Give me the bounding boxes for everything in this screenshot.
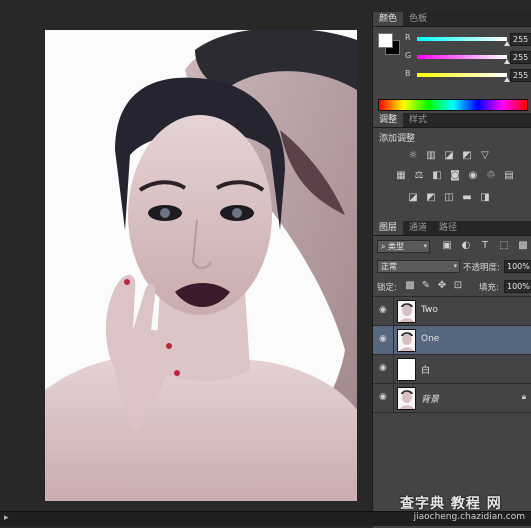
slider-label: G — [405, 51, 412, 60]
layer-name: 白 — [421, 366, 431, 376]
smart-object-filter-icon[interactable]: ▩ — [517, 240, 529, 252]
blend-mode-dropdown[interactable]: 正常 ▾ — [377, 260, 460, 273]
visibility-eye-icon[interactable]: ◉ — [379, 364, 389, 373]
adjustment-filter-icon[interactable]: ◐ — [460, 240, 472, 252]
vibrance-icon[interactable]: ▦ — [395, 170, 407, 182]
gradient-map-icon[interactable]: ▬ — [461, 192, 473, 204]
invert-icon[interactable]: ◪ — [407, 192, 419, 204]
lock-position-icon[interactable]: ✥ — [436, 280, 448, 292]
visibility-eye-icon[interactable]: ◉ — [379, 393, 389, 402]
layer-row[interactable]: ◉ 背景 🔒︎ — [373, 383, 531, 412]
visibility-eye-icon[interactable]: ◉ — [379, 306, 389, 315]
layer-thumbnail — [397, 358, 416, 381]
hue-saturation-icon[interactable]: ⚖ — [413, 170, 425, 182]
lock-transparency-icon[interactable]: ▩ — [404, 280, 416, 292]
tab-channels[interactable]: 通道 — [403, 221, 433, 235]
tab-paths[interactable]: 路径 — [433, 221, 463, 235]
chevron-down-icon: ▾ — [453, 262, 457, 270]
color-balance-icon[interactable]: ◧ — [431, 170, 443, 182]
layer-filter-dropdown[interactable]: ⌕ 类型 ▾ — [377, 240, 430, 253]
shape-filter-icon[interactable]: ⬚ — [498, 240, 510, 252]
color-panel-tabs: 颜色 色板 — [373, 12, 531, 27]
layer-row-selected[interactable]: ◉ One — [373, 325, 531, 354]
layers-panel: ⌕ 类型 ▾ ▣ ◐ T ⬚ ▩ ● 正常 ▾ 不透明度: 100% 锁定: ▩… — [373, 236, 531, 528]
tab-adjustments[interactable]: 调整 — [373, 113, 404, 127]
channel-mixer-icon[interactable]: ♲ — [485, 170, 497, 182]
layer-thumbnail — [397, 300, 416, 323]
slider-red: R 255 — [403, 33, 531, 47]
slider-green: G 255 — [403, 51, 531, 65]
lock-label: 锁定: — [377, 283, 397, 293]
posterize-icon[interactable]: ◩ — [425, 192, 437, 204]
tab-color[interactable]: 颜色 — [373, 12, 404, 26]
layer-name: One — [421, 334, 440, 344]
brightness-icon[interactable]: ☼ — [407, 150, 419, 162]
tab-swatches[interactable]: 色板 — [403, 12, 433, 26]
photo-filter-icon[interactable]: ◉ — [467, 170, 479, 182]
threshold-icon[interactable]: ◫ — [443, 192, 455, 204]
red-value-input[interactable]: 255 — [510, 33, 531, 46]
color-lookup-icon[interactable]: ▤ — [503, 170, 515, 182]
watermark-brand: 查字典 教程 网 — [400, 496, 502, 512]
curves-icon[interactable]: ◪ — [443, 150, 455, 162]
opacity-label: 不透明度: — [463, 263, 500, 273]
visibility-eye-icon[interactable]: ◉ — [379, 335, 389, 344]
adjustments-title: 添加调整 — [379, 134, 416, 144]
slider-label: B — [405, 69, 411, 78]
panels-dock: 颜色 色板 R 255 G 255 B 255 调整 样式 添加调整 ☼ ▥ ◪… — [372, 12, 531, 528]
exposure-icon[interactable]: ◩ — [461, 150, 473, 162]
layer-name: 背景 — [421, 395, 440, 405]
search-icon: ⌕ — [381, 242, 389, 251]
blend-mode-value: 正常 — [381, 262, 397, 271]
adjustments-panel-tabs: 调整 样式 — [373, 113, 531, 128]
portrait-photo — [45, 30, 357, 501]
fill-input[interactable]: 100% — [504, 280, 531, 293]
gradient-triangle-icon[interactable]: ▽ — [479, 150, 491, 162]
slider-track-green[interactable] — [417, 55, 507, 59]
document-image[interactable] — [45, 30, 357, 501]
tab-layers[interactable]: 图层 — [373, 221, 404, 235]
layers-panel-tabs: 图层 通道 路径 — [373, 221, 531, 236]
layer-thumbnail — [397, 387, 416, 410]
chevron-down-icon: ▾ — [423, 242, 427, 250]
layer-row[interactable]: ◉ Two — [373, 296, 531, 325]
blue-value-input[interactable]: 255 — [510, 69, 531, 82]
color-spectrum-bar[interactable] — [378, 99, 528, 111]
layer-filter-value: 类型 — [388, 242, 405, 251]
selective-color-icon[interactable]: ◨ — [479, 192, 491, 204]
type-filter-icon[interactable]: T — [479, 240, 491, 252]
canvas-area[interactable] — [0, 0, 372, 511]
black-white-icon[interactable]: ◙ — [449, 170, 461, 182]
adjustments-panel: 添加调整 ☼ ▥ ◪ ◩ ▽ ▦ ⚖ ◧ ◙ ◉ ♲ ▤ ◪ ◩ ◫ ▬ ◨ — [373, 128, 531, 221]
slider-track-red[interactable] — [417, 37, 507, 41]
lock-all-icon[interactable]: ⊡ — [452, 280, 464, 292]
layer-name: Two — [421, 305, 438, 315]
green-value-input[interactable]: 255 — [510, 51, 531, 64]
layer-thumbnail — [397, 329, 416, 352]
layer-row[interactable]: ◉ 白 — [373, 354, 531, 383]
pixel-filter-icon[interactable]: ▣ — [441, 240, 453, 252]
slider-track-blue[interactable] — [417, 73, 507, 77]
slider-blue: B 255 — [403, 69, 531, 83]
opacity-input[interactable]: 100% — [504, 260, 531, 273]
status-bar: ▸ jiaocheng.chazidian.com — [0, 511, 531, 526]
levels-icon[interactable]: ▥ — [425, 150, 437, 162]
watermark-url: jiaocheng.chazidian.com — [413, 512, 525, 522]
status-arrow-icon[interactable]: ▸ — [4, 513, 9, 523]
foreground-color-swatch[interactable] — [378, 33, 393, 48]
slider-label: R — [405, 33, 411, 42]
lock-icon: 🔒︎ — [521, 392, 526, 401]
tab-styles[interactable]: 样式 — [403, 113, 433, 127]
color-panel: R 255 G 255 B 255 — [373, 27, 531, 113]
fill-label: 填充: — [479, 283, 499, 293]
lock-paint-icon[interactable]: ✎ — [420, 280, 432, 292]
